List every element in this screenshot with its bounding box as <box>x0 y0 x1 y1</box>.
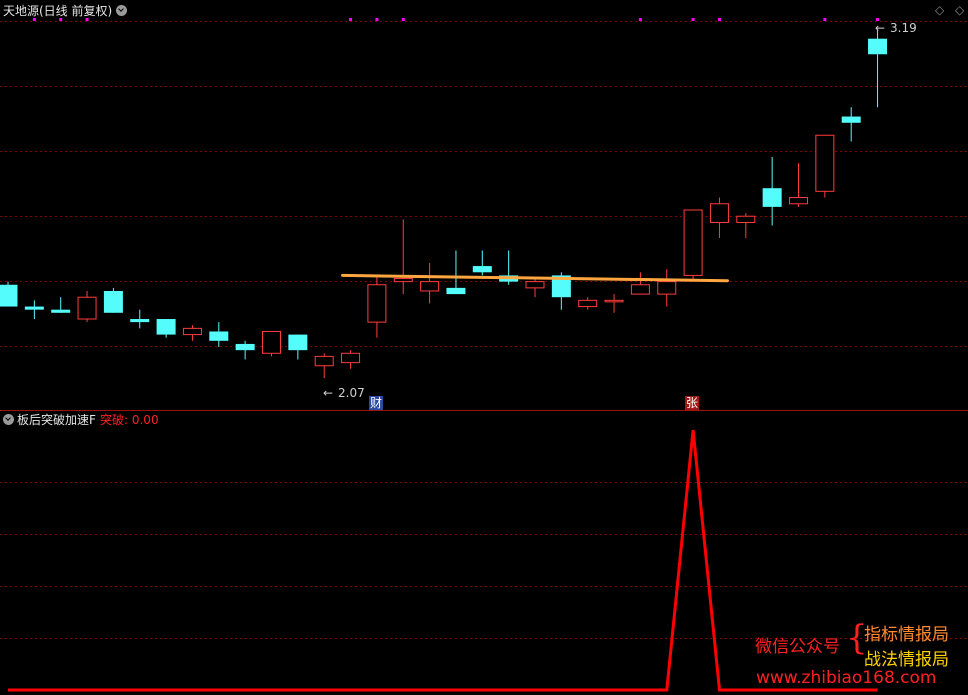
candle <box>103 287 123 313</box>
signal-dot <box>85 18 89 21</box>
candle <box>841 107 861 142</box>
candle <box>314 353 334 379</box>
candle <box>815 134 835 198</box>
candle <box>209 322 229 348</box>
candle <box>736 213 756 239</box>
candle-body <box>182 327 202 336</box>
chevron-down-icon[interactable] <box>116 5 127 16</box>
candle <box>630 272 650 295</box>
candle-body <box>578 299 598 308</box>
candle <box>657 269 677 307</box>
candle <box>525 278 545 298</box>
candle <box>156 319 176 338</box>
signal-dot <box>823 18 827 21</box>
candle-body <box>841 116 861 123</box>
marker-zhang: 张 <box>685 396 700 410</box>
candle-body <box>789 197 808 205</box>
watermark-brand-2: 战法情报局 <box>864 650 949 670</box>
candle-body <box>630 284 650 295</box>
signal-dot <box>717 18 721 21</box>
candle-body <box>815 134 835 192</box>
candle-body <box>156 319 176 335</box>
candle <box>0 281 18 307</box>
signal-dots <box>32 18 880 21</box>
candle <box>235 340 255 360</box>
candle <box>393 219 413 295</box>
candle <box>77 290 97 323</box>
candle-body <box>314 355 334 367</box>
candle <box>604 294 624 313</box>
high-price-label: 3.19 <box>890 21 917 35</box>
candle-body <box>420 281 440 292</box>
sub-panel-title: 板后突破加速F <box>17 413 96 427</box>
watermark-wechat: 微信公众号 <box>755 637 840 657</box>
signal-dot <box>349 18 353 21</box>
diamond-icon[interactable]: ◇ <box>955 3 964 17</box>
chart-canvas <box>0 18 968 692</box>
candle-body <box>209 331 229 341</box>
candle <box>288 334 308 360</box>
sub-grid <box>0 482 968 639</box>
candle-body <box>77 296 97 320</box>
chevron-down-icon[interactable] <box>3 414 14 425</box>
signal-dot <box>691 18 695 21</box>
candle-body <box>525 281 545 289</box>
marker-cai: 财 <box>369 396 384 410</box>
low-price-label: 2.07 <box>338 386 365 400</box>
candle <box>709 197 729 239</box>
candle-body <box>262 330 281 354</box>
candle <box>683 209 703 282</box>
candle-body <box>103 290 123 313</box>
candle <box>367 275 387 338</box>
candle-body <box>657 281 677 295</box>
candle <box>24 300 44 320</box>
signal-dot <box>401 18 405 21</box>
watermark-brand-1: 指标情报局 <box>864 625 949 645</box>
candle <box>578 297 598 310</box>
candle <box>262 330 281 357</box>
candle-body <box>130 319 150 323</box>
candle <box>762 157 782 226</box>
candle-body <box>288 334 308 351</box>
signal-line <box>8 429 878 692</box>
diamond-icon[interactable]: ◇ <box>935 3 944 17</box>
signal-dot <box>638 18 642 21</box>
signal-dot <box>59 18 63 21</box>
candle-body <box>762 188 782 207</box>
candle <box>446 250 466 295</box>
candle <box>789 163 808 207</box>
candle-body <box>683 209 703 276</box>
candle <box>868 29 888 108</box>
main-panel-title: 天地源(日线 前复权) <box>3 4 113 18</box>
signal-line-layer <box>8 429 878 692</box>
candle-body <box>367 284 387 323</box>
candle-body <box>736 215 756 223</box>
candle-body <box>604 299 624 303</box>
candle-body <box>51 309 71 313</box>
high-arrow: ← <box>875 21 886 35</box>
candle-body <box>341 352 361 364</box>
candle <box>341 350 361 369</box>
signal-dot <box>375 18 379 21</box>
candle-body <box>472 266 492 273</box>
candle <box>130 309 150 329</box>
candle <box>499 250 519 285</box>
candle <box>472 250 492 276</box>
candle <box>51 297 71 313</box>
signal-dot <box>32 18 36 21</box>
sub-panel-value: 突破: 0.00 <box>100 413 159 427</box>
candle <box>420 262 440 304</box>
candle-body <box>0 284 18 307</box>
watermark-url: www.zhibiao168.com <box>756 668 937 688</box>
candle-body <box>393 278 413 283</box>
candle-body <box>235 343 255 351</box>
candle-body <box>709 203 729 223</box>
low-arrow: ← <box>323 386 334 400</box>
candle-body <box>868 38 888 55</box>
candle <box>182 325 202 341</box>
candlesticks <box>0 29 888 379</box>
candle-body <box>24 306 44 310</box>
candle-body <box>446 287 466 295</box>
